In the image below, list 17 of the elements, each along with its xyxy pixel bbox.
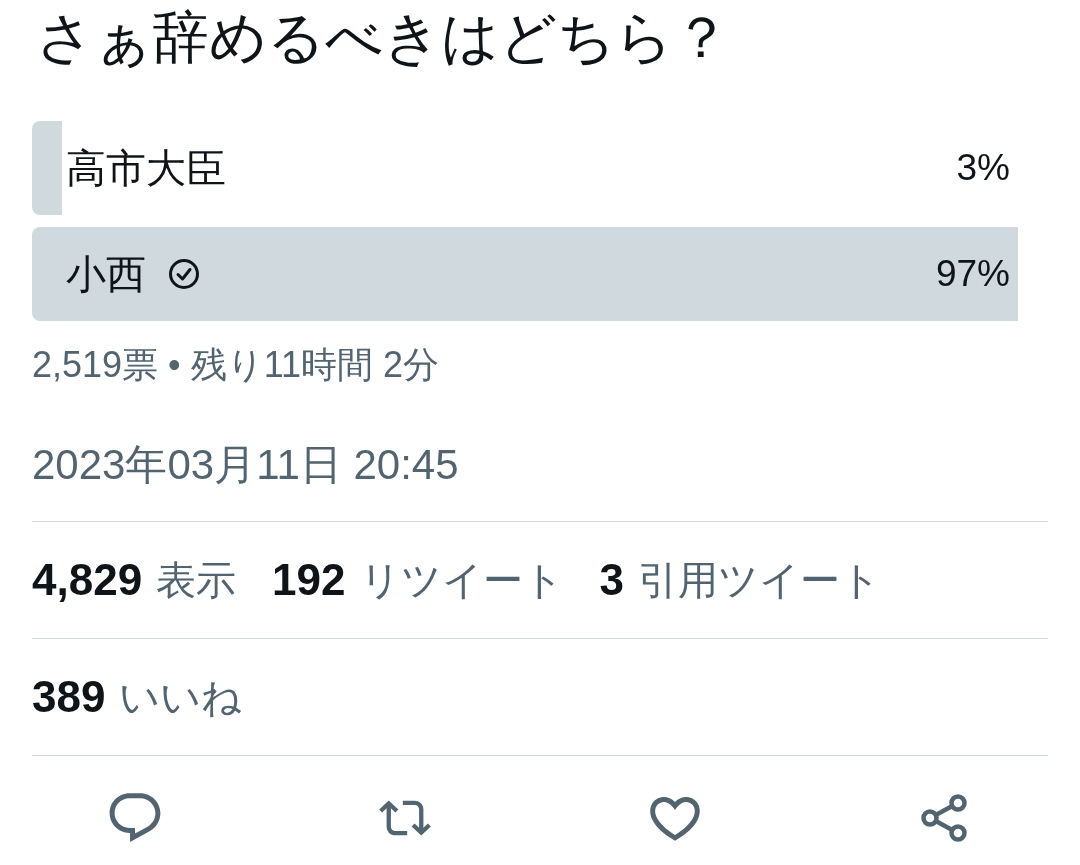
stat-label: 引用ツイート: [638, 558, 881, 602]
stat-label: いいね: [119, 675, 243, 719]
option-label: 高市大臣: [66, 145, 226, 192]
option-percent: 97%: [935, 252, 1010, 296]
poll-question: さぁ辞めるべきはどちら？: [35, 4, 731, 70]
speech-bubble-icon: [109, 792, 161, 844]
stat-label: 表示: [156, 558, 237, 602]
reply-button[interactable]: [109, 792, 161, 844]
stat-count: 192: [272, 558, 346, 602]
option-label: 小西: [66, 251, 146, 298]
tweet-timestamp: 2023年03月11日 20:45: [32, 443, 460, 487]
poll-summary: 2,519票 • 残り11時間 2分: [32, 347, 441, 383]
stat-count: 4,829: [32, 558, 143, 602]
option-percent: 3%: [956, 146, 1010, 190]
stat-count: 3: [599, 558, 624, 602]
stat-count: 389: [32, 675, 106, 719]
stat-label: リツイート: [359, 558, 564, 602]
